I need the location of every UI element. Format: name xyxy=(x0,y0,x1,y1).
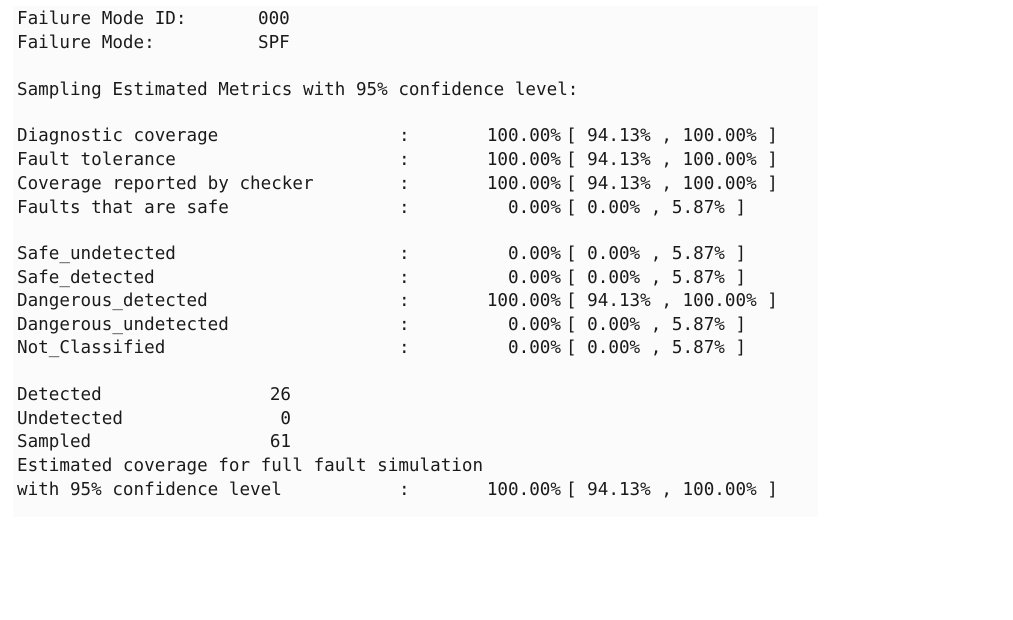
failure-mode-id-label: Failure Mode ID: xyxy=(17,9,187,29)
failure-mode-id-value: 000 xyxy=(258,9,290,29)
metric-colon: : xyxy=(399,174,410,194)
metric-ci: [ 0.00% , 5.87% ] xyxy=(566,244,747,264)
failure-mode-value: SPF xyxy=(258,33,290,53)
metric-ci: [ 0.00% , 5.87% ] xyxy=(566,198,747,218)
metric-label: Faults that are safe xyxy=(17,198,229,218)
metric-ci: [ 0.00% , 5.87% ] xyxy=(566,315,747,335)
metric-value: 100.00% xyxy=(486,291,561,311)
failure-mode-row: Failure Mode: SPF xyxy=(17,32,290,56)
count-value: 61 xyxy=(269,432,291,452)
section-title: Sampling Estimated Metrics with 95% conf… xyxy=(17,80,579,100)
metric-colon: : xyxy=(399,126,410,146)
metric-colon: : xyxy=(399,198,410,218)
terminal-output: Failure Mode ID: 000 Failure Mode: SPF S… xyxy=(13,6,818,517)
estimate-colon: : xyxy=(399,480,410,500)
estimate-heading: Estimated coverage for full fault simula… xyxy=(17,456,484,476)
metric-label: Diagnostic coverage xyxy=(17,126,219,146)
count-label: Detected xyxy=(17,385,102,405)
estimate-label: with 95% confidence level xyxy=(17,480,282,500)
metric-ci: [ 0.00% , 5.87% ] xyxy=(566,268,747,288)
count-row: Detected 26 xyxy=(17,384,291,408)
metric-row: Coverage reported by checker : 100.00% [… xyxy=(17,173,778,197)
count-label: Sampled xyxy=(17,432,92,452)
metric-row: Not_Classified : 0.00% [ 0.00% , 5.87% ] xyxy=(17,337,746,361)
metric-ci: [ 0.00% , 5.87% ] xyxy=(566,338,747,358)
metric-ci: [ 94.13% , 100.00% ] xyxy=(566,126,778,146)
metric-row: Faults that are safe : 0.00% [ 0.00% , 5… xyxy=(17,197,746,221)
metric-row: Dangerous_detected : 100.00% [ 94.13% , … xyxy=(17,290,778,314)
metric-label: Coverage reported by checker xyxy=(17,174,314,194)
metric-colon: : xyxy=(399,315,410,335)
estimate-ci: [ 94.13% , 100.00% ] xyxy=(566,480,778,500)
count-label: Undetected xyxy=(17,409,123,429)
count-value: 26 xyxy=(269,385,291,405)
metric-value: 0.00% xyxy=(508,198,561,218)
metric-colon: : xyxy=(399,338,410,358)
failure-mode-id-row: Failure Mode ID: 000 xyxy=(17,8,290,32)
metric-row: Safe_detected : 0.00% [ 0.00% , 5.87% ] xyxy=(17,267,746,291)
metric-colon: : xyxy=(399,291,410,311)
metric-row: Dangerous_undetected : 0.00% [ 0.00% , 5… xyxy=(17,314,746,338)
count-value: 0 xyxy=(280,409,291,429)
metric-label: Dangerous_detected xyxy=(17,291,208,311)
metric-row: Diagnostic coverage : 100.00% [ 94.13% ,… xyxy=(17,125,778,149)
metric-row: Safe_undetected : 0.00% [ 0.00% , 5.87% … xyxy=(17,243,746,267)
metric-ci: [ 94.13% , 100.00% ] xyxy=(566,174,778,194)
metric-ci: [ 94.13% , 100.00% ] xyxy=(566,291,778,311)
metric-value: 100.00% xyxy=(486,126,561,146)
estimate-row: with 95% confidence level : 100.00% [ 94… xyxy=(17,479,778,503)
metric-label: Fault tolerance xyxy=(17,150,176,170)
metric-label: Safe_detected xyxy=(17,268,155,288)
metric-value: 0.00% xyxy=(508,268,561,288)
metric-ci: [ 94.13% , 100.00% ] xyxy=(566,150,778,170)
metric-label: Safe_undetected xyxy=(17,244,176,264)
metric-value: 100.00% xyxy=(486,174,561,194)
estimate-value: 100.00% xyxy=(486,480,561,500)
metric-row: Fault tolerance : 100.00% [ 94.13% , 100… xyxy=(17,149,778,173)
metric-colon: : xyxy=(399,268,410,288)
metric-label: Dangerous_undetected xyxy=(17,315,229,335)
metric-value: 100.00% xyxy=(486,150,561,170)
count-row: Sampled 61 xyxy=(17,431,291,455)
metric-value: 0.00% xyxy=(508,338,561,358)
failure-mode-label: Failure Mode: xyxy=(17,33,155,53)
metric-label: Not_Classified xyxy=(17,338,166,358)
metric-value: 0.00% xyxy=(508,244,561,264)
metric-colon: : xyxy=(399,244,410,264)
metric-value: 0.00% xyxy=(508,315,561,335)
count-row: Undetected 0 xyxy=(17,408,291,432)
metric-colon: : xyxy=(399,150,410,170)
